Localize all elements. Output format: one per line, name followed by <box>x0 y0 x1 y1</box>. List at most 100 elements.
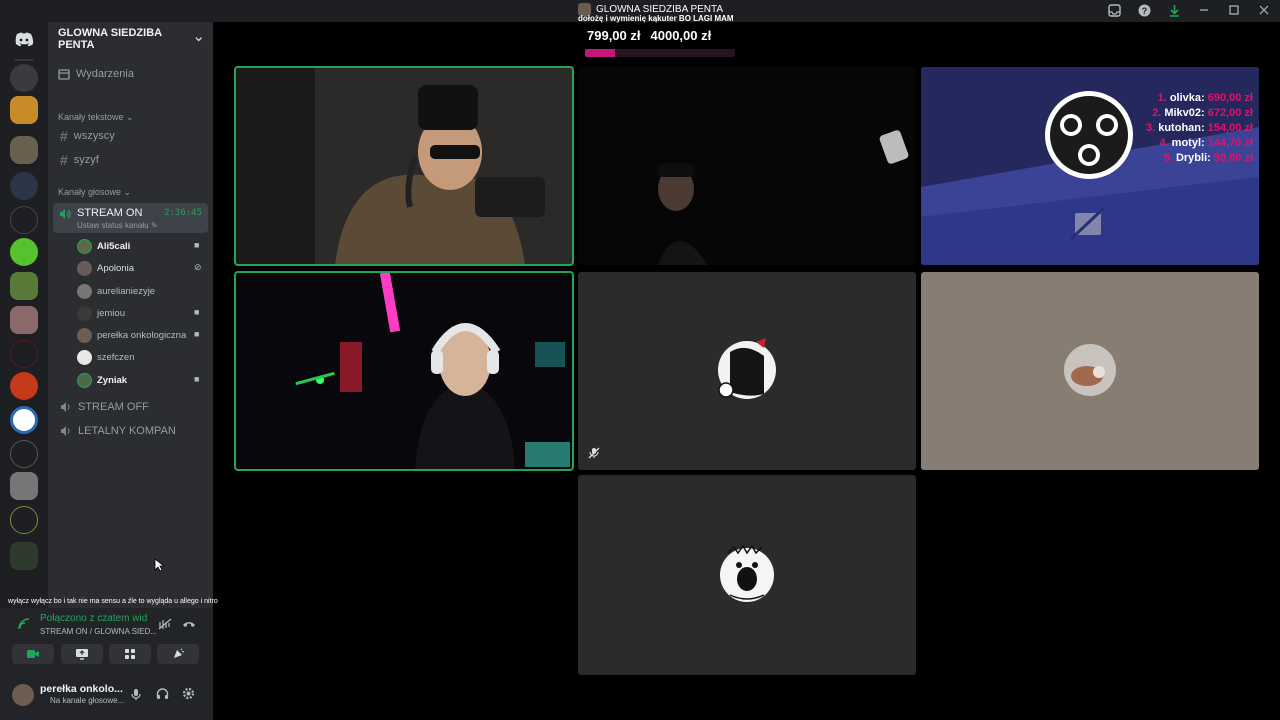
video-icon <box>27 650 39 658</box>
server-icon[interactable] <box>10 272 38 300</box>
member-name: jemiou <box>97 307 125 319</box>
user-avatar-large <box>1064 344 1116 396</box>
server-icon[interactable] <box>10 96 38 124</box>
voice-category-label: Kanały głosowe <box>58 187 122 197</box>
discord-home-icon[interactable] <box>10 28 38 50</box>
chevron-down-icon <box>194 37 202 42</box>
voice-channel-stream-off[interactable]: STREAM OFF <box>60 401 149 413</box>
video-tile-camera[interactable] <box>234 271 574 471</box>
server-icon[interactable] <box>10 472 38 500</box>
avatar <box>77 349 92 365</box>
avatar <box>77 372 92 388</box>
voice-channel-letalny-kompan[interactable]: LETALNY KOMPAN <box>60 425 176 437</box>
close-icon[interactable] <box>1256 2 1272 18</box>
video-tile-avatar[interactable] <box>578 272 916 470</box>
camera-button[interactable] <box>12 644 54 664</box>
signal-icon[interactable] <box>18 618 30 630</box>
voice-channel-label: STREAM ON <box>77 207 143 219</box>
channel-label: wszyscy <box>73 130 115 142</box>
minimize-icon[interactable] <box>1196 2 1212 18</box>
soundboard-icon <box>174 648 184 658</box>
leaderboard-amount: 672,00 zł <box>1207 107 1253 119</box>
server-folder-icon[interactable] <box>10 542 38 570</box>
voice-member[interactable]: perełka onkologiczna ■ <box>77 326 205 344</box>
leaderboard-amount: 144,70 zł <box>1207 137 1253 149</box>
leaderboard-amount: 50,00 zł <box>1213 152 1253 164</box>
goal-progress-fill <box>585 49 615 57</box>
voice-stage: 1. olivka: 690,00 zł 2. Mikv02: 672,00 z… <box>213 22 1280 720</box>
member-name: perełka onkologiczna <box>97 329 187 341</box>
connection-location[interactable]: STREAM ON / GLOWNA SIED... <box>40 627 157 636</box>
server-icon[interactable] <box>10 306 38 334</box>
text-category-header[interactable]: Kanały tekstowe ⌄ <box>58 112 134 123</box>
leaderboard-rank: 3. <box>1145 122 1156 134</box>
camera-icon: ■ <box>194 374 200 384</box>
member-name: szefczen <box>97 351 135 363</box>
voice-channel-stream-on[interactable]: STREAM ON 2:36:45 Ustaw status kanału ✎ <box>53 203 208 233</box>
svg-text:?: ? <box>1141 6 1147 16</box>
webcam-feed <box>578 67 916 265</box>
voice-member[interactable]: aurelianiezyje <box>77 282 205 300</box>
screen-share-button[interactable] <box>61 644 103 664</box>
chat-ticker: wyłącz wyłącz bo i tak nie ma sensu a źl… <box>8 598 218 605</box>
server-icon[interactable] <box>10 372 38 400</box>
server-icon[interactable] <box>10 406 38 434</box>
voice-member[interactable]: jemiou ■ <box>77 304 205 322</box>
avatar <box>77 327 92 343</box>
guild-header[interactable]: GLOWNA SIEDZIBA PENTA <box>48 22 213 56</box>
server-icon[interactable] <box>10 64 38 92</box>
voice-member[interactable]: Apolonia ⊘ <box>77 259 205 277</box>
voice-member[interactable]: Zyniak ■ <box>77 371 205 389</box>
user-name[interactable]: perełka onkolo... <box>40 683 123 695</box>
download-icon[interactable] <box>1166 2 1182 18</box>
microphone-icon[interactable] <box>131 688 141 701</box>
server-icon[interactable] <box>10 136 38 164</box>
channel-wszyscy[interactable]: # wszyscy <box>60 128 115 144</box>
video-tile-camera[interactable] <box>578 67 916 265</box>
rail-separator <box>15 59 33 61</box>
disconnect-icon[interactable] <box>182 619 196 629</box>
leaderboard-row: 1. olivka: 690,00 zł <box>1146 91 1253 106</box>
server-icon[interactable] <box>10 238 38 266</box>
headphones-icon[interactable] <box>156 688 169 700</box>
donor-leaderboard: 1. olivka: 690,00 zł 2. Mikv02: 672,00 z… <box>1146 91 1253 166</box>
video-tile-avatar[interactable] <box>578 475 916 675</box>
leaderboard-name: Drybli: <box>1175 152 1211 164</box>
voice-category-header[interactable]: Kanały głosowe ⌄ <box>58 187 131 198</box>
noise-suppression-icon[interactable] <box>158 618 172 630</box>
settings-gear-icon[interactable] <box>182 687 195 700</box>
leaderboard-name: Mikv02: <box>1164 107 1205 119</box>
muted-icon: ⊘ <box>194 262 202 272</box>
leaderboard-name: kutohan: <box>1158 122 1205 134</box>
soundboard-button[interactable] <box>157 644 199 664</box>
help-icon[interactable]: ? <box>1136 2 1152 18</box>
set-channel-status[interactable]: Ustaw status kanału ✎ <box>77 221 158 230</box>
video-tile-obs[interactable]: 1. olivka: 690,00 zł 2. Mikv02: 672,00 z… <box>921 67 1259 265</box>
activities-icon <box>125 649 135 659</box>
voice-member[interactable]: szefczen <box>77 348 205 366</box>
webcam-feed <box>235 67 573 265</box>
maximize-icon[interactable] <box>1226 2 1242 18</box>
video-tile-camera[interactable] <box>234 66 574 266</box>
server-icon[interactable] <box>10 340 38 368</box>
leaderboard-rank: 1. <box>1157 92 1167 104</box>
server-icon[interactable] <box>10 506 38 534</box>
inbox-icon[interactable] <box>1106 2 1122 18</box>
activities-button[interactable] <box>109 644 151 664</box>
goal-target: 4000,00 zł <box>650 28 712 43</box>
speaker-icon <box>61 426 70 436</box>
server-icon[interactable] <box>10 440 38 468</box>
leaderboard-amount: 154,00 zł <box>1207 122 1253 134</box>
events-link[interactable]: Wydarzenia <box>58 68 134 80</box>
channel-syzyf[interactable]: # syzyf <box>60 152 99 168</box>
server-icon[interactable] <box>10 206 38 234</box>
leaderboard-rank: 2. <box>1152 107 1162 119</box>
connection-status[interactable]: Połączono z czatem wid <box>40 613 147 624</box>
donation-goal: 799,00 zł 4000,00 zł <box>587 28 711 43</box>
avatar[interactable] <box>12 684 34 706</box>
video-tile-avatar[interactable] <box>921 272 1259 470</box>
server-icon[interactable] <box>10 172 38 200</box>
leaderboard-rank: 5. <box>1163 152 1173 164</box>
muted-microphone-icon <box>588 447 600 459</box>
voice-member[interactable]: Ali5cali ■ <box>77 237 205 255</box>
